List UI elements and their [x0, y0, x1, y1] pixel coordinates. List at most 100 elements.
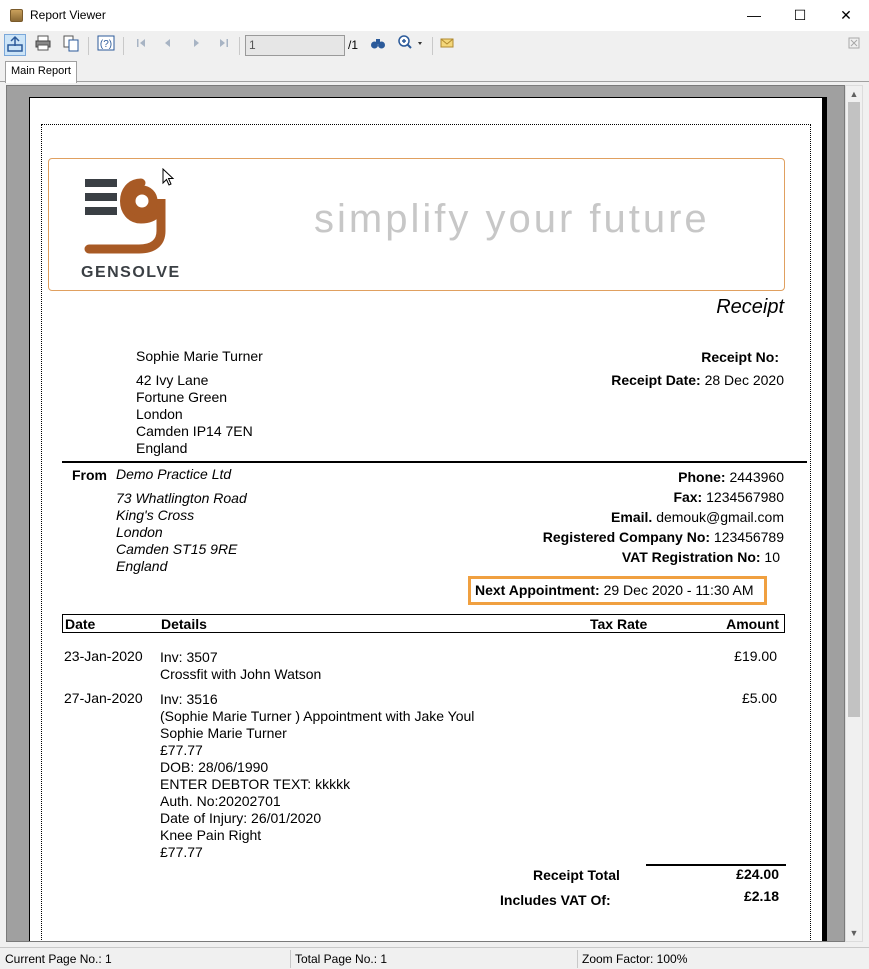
minimize-button[interactable]: —: [731, 0, 777, 31]
detail-line: (Sophie Marie Turner ) Appointment with …: [160, 708, 475, 724]
copy-icon[interactable]: [60, 34, 82, 56]
header-banner: GENSOLVE simplify your future: [48, 158, 785, 291]
practice-address-line: Camden ST15 9RE: [116, 541, 238, 557]
status-bar: Current Page No.: 1 Total Page No.: 1 Zo…: [0, 947, 869, 969]
scroll-thumb[interactable]: [848, 102, 860, 717]
svg-text:(?): (?): [100, 39, 112, 50]
report-viewport: GENSOLVE simplify your future Receipt So…: [6, 85, 845, 942]
scroll-down-icon[interactable]: ▼: [846, 925, 862, 941]
next-appointment-box: Next Appointment: 29 Dec 2020 - 11:30 AM: [468, 576, 767, 605]
receipt-total-label: Receipt Total: [533, 867, 620, 883]
app-icon: [10, 9, 23, 22]
print-icon[interactable]: [32, 34, 54, 56]
detail-line: Sophie Marie Turner: [160, 725, 287, 741]
vertical-scrollbar[interactable]: ▲ ▼: [845, 85, 863, 942]
receipt-no-label: Receipt No:: [701, 349, 779, 365]
detail-line: Knee Pain Right: [160, 827, 262, 843]
zoom-status: Zoom Factor: 100%: [582, 952, 688, 966]
last-page-icon[interactable]: [213, 34, 235, 56]
toolbar-separator: [123, 37, 124, 55]
receipt-date-label: Receipt Date:: [611, 372, 701, 388]
mouse-cursor-icon: [162, 168, 175, 186]
phone-value: 2443960: [729, 469, 784, 485]
email-icon[interactable]: [436, 34, 458, 56]
recipient-name: Sophie Marie Turner: [136, 348, 263, 364]
toolbar-separator: [88, 37, 89, 55]
title-bar: Report Viewer — ☐ ✕: [0, 0, 869, 31]
detail-line: £77.77: [160, 742, 203, 758]
vat-no-row: VAT Registration No: 10: [543, 547, 784, 567]
recipient-address-line: Fortune Green: [136, 389, 228, 405]
detail-line: ENTER DEBTOR TEXT: kkkkk: [160, 776, 351, 792]
row-details: Inv: 3507 Crossfit with John Watson: [160, 649, 321, 683]
row-details: Inv: 3516 (Sophie Marie Turner ) Appoint…: [160, 691, 474, 861]
status-separator: [577, 950, 578, 968]
phone-row: Phone: 2443960: [543, 467, 784, 487]
table-header: Date Details Tax Rate Amount: [62, 614, 785, 633]
fax-row: Fax: 1234567980: [543, 487, 784, 507]
help-icon[interactable]: (?): [95, 34, 117, 56]
row-date: 27-Jan-2020: [64, 690, 143, 706]
page-total: /1: [348, 38, 359, 52]
vat-label: Includes VAT Of:: [500, 892, 611, 908]
close-tab-icon[interactable]: [843, 34, 865, 56]
status-separator: [290, 950, 291, 968]
toolbar-separator: [239, 37, 240, 55]
toolbar-separator: [432, 37, 433, 55]
first-page-icon[interactable]: [130, 34, 152, 56]
detail-line: DOB: 28/06/1990: [160, 759, 269, 775]
zoom-icon[interactable]: [394, 34, 428, 56]
practice-address-line: England: [116, 558, 168, 574]
scroll-up-icon[interactable]: ▲: [846, 86, 862, 102]
vat-value: £2.18: [743, 888, 779, 904]
tab-bar: Main Report: [0, 61, 869, 83]
receipt-title: Receipt: [716, 296, 784, 318]
recipient-address-line: London: [136, 406, 183, 422]
total-page-status: Total Page No.: 1: [295, 952, 388, 966]
email-label: Email.: [611, 509, 653, 525]
export-icon[interactable]: [4, 34, 26, 56]
recipient-block: Sophie Marie Turner 42 Ivy Lane Fortune …: [136, 348, 263, 457]
receipt-total-value: £24.00: [736, 866, 779, 882]
vat-no-value: 10: [764, 549, 780, 565]
detail-line: Crossfit with John Watson: [160, 666, 322, 682]
slogan: simplify your future: [314, 197, 710, 241]
recipient-address-line: 42 Ivy Lane: [136, 372, 209, 388]
practice-block: Demo Practice Ltd 73 Whatlington Road Ki…: [116, 466, 247, 575]
row-amount: £5.00: [741, 690, 777, 706]
page-number-input[interactable]: 1: [245, 35, 345, 56]
report-page: GENSOLVE simplify your future Receipt So…: [29, 97, 823, 941]
recipient-address-line: England: [136, 440, 188, 456]
current-page-status: Current Page No.: 1: [5, 952, 112, 966]
row-amount: £19.00: [734, 648, 777, 664]
email-value: demouk@gmail.com: [656, 509, 784, 525]
find-icon[interactable]: [367, 34, 389, 56]
column-header-details: Details: [161, 616, 207, 632]
column-header-tax-rate: Tax Rate: [590, 616, 648, 632]
detail-line: Inv: 3507: [160, 649, 218, 665]
practice-address-line: London: [116, 524, 163, 540]
detail-line: £77.77: [160, 844, 203, 860]
next-appointment-label: Next Appointment:: [475, 582, 600, 598]
fax-label: Fax:: [673, 489, 703, 505]
practice-address-line: King's Cross: [116, 507, 195, 523]
logo-text: GENSOLVE: [81, 264, 181, 281]
prev-page-icon[interactable]: [157, 34, 179, 56]
company-no-row: Registered Company No: 123456789: [543, 527, 784, 547]
recipient-address-line: Camden IP14 7EN: [136, 423, 253, 439]
practice-name: Demo Practice Ltd: [116, 466, 232, 482]
fax-value: 1234567980: [706, 489, 784, 505]
receipt-date: Receipt Date: 28 Dec 2020: [611, 372, 784, 388]
tab-main-report[interactable]: Main Report: [5, 61, 77, 83]
practice-address-line: 73 Whatlington Road: [116, 490, 247, 506]
window-title: Report Viewer: [30, 8, 106, 22]
column-header-amount: Amount: [726, 616, 779, 632]
from-label: From: [72, 467, 107, 483]
detail-line: Inv: 3516: [160, 691, 218, 707]
next-page-icon[interactable]: [185, 34, 207, 56]
maximize-button[interactable]: ☐: [777, 0, 823, 31]
email-row: Email. demouk@gmail.com: [543, 507, 784, 527]
close-button[interactable]: ✕: [823, 0, 869, 31]
phone-label: Phone:: [678, 469, 726, 485]
row-date: 23-Jan-2020: [64, 648, 143, 664]
